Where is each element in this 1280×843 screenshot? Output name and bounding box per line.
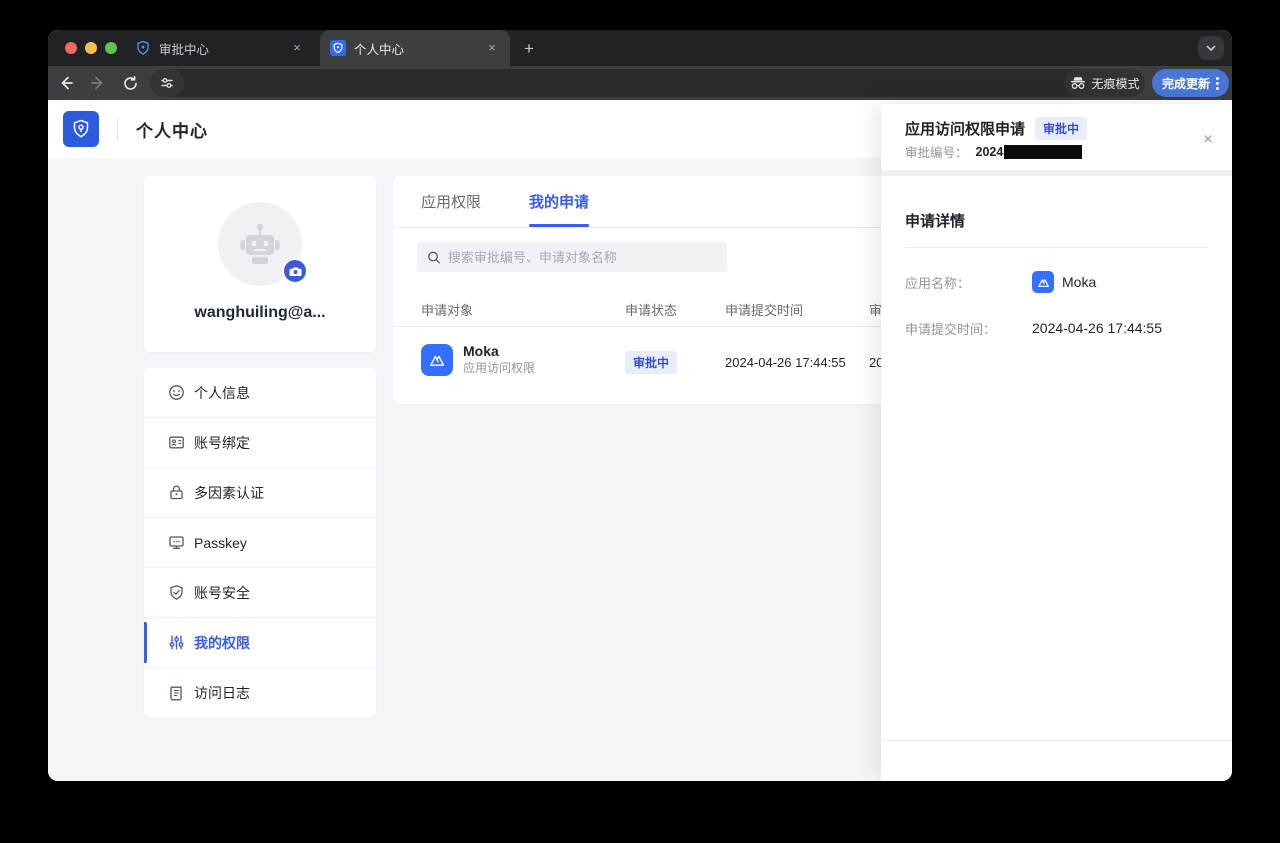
user-email: wanghuiling@a... <box>194 304 325 322</box>
tab-my-applications[interactable]: 我的申请 <box>529 176 589 227</box>
moka-app-icon-small <box>1032 271 1054 293</box>
site-settings-icon[interactable] <box>150 69 184 97</box>
desktop: 审批中心 × 个人中心 × + <box>0 0 1280 843</box>
sidebar-item-passkey[interactable]: Passkey <box>144 518 376 568</box>
approval-no-label: 审批编号： <box>905 142 968 161</box>
sidebar-item-mfa[interactable]: 多因素认证 <box>144 468 376 518</box>
row-app-type: 应用访问权限 <box>463 360 535 376</box>
moka-app-icon <box>421 344 453 376</box>
tab-title: 审批中心 <box>159 39 289 58</box>
web-page: 个人中心 <box>48 100 1232 781</box>
detail-drawer: 应用访问权限申请 审批中 审批编号： 2024 × 申请详情 应用名称： <box>881 104 1232 781</box>
change-avatar-button[interactable] <box>282 258 308 284</box>
shield-favicon <box>135 40 151 56</box>
sidebar-item-label: Passkey <box>194 535 247 551</box>
row-app-name: Moka <box>463 343 535 360</box>
reload-button[interactable] <box>116 69 144 97</box>
sidebar-item-label: 多因素认证 <box>194 483 264 503</box>
approval-no-prefix: 2024 <box>976 145 1004 159</box>
column-header: 申请状态 <box>625 300 677 319</box>
finish-update-button[interactable]: 完成更新 <box>1152 69 1229 97</box>
drawer-field-app-name: 应用名称： Moka <box>905 270 1208 294</box>
drawer-close-icon[interactable]: × <box>1198 130 1218 150</box>
field-label: 申请提交时间： <box>905 319 1032 338</box>
address-bar[interactable] <box>150 69 1103 97</box>
tab-title: 个人中心 <box>354 39 484 58</box>
page-title: 个人中心 <box>136 117 208 142</box>
close-window-button[interactable] <box>65 42 77 54</box>
sliders-icon <box>168 634 185 651</box>
browser-tab-approval-center[interactable]: 审批中心 × <box>125 30 315 66</box>
shield-favicon-active <box>330 40 346 56</box>
column-header: 申请提交时间 <box>725 300 803 319</box>
sidebar-menu: 个人信息 账号绑定 多因素认证 Passkey 账号安全 我的权限 <box>144 368 376 718</box>
id-card-icon <box>168 434 185 451</box>
incognito-label: 无痕模式 <box>1091 75 1139 92</box>
tab-search-button[interactable] <box>1198 36 1224 60</box>
tab-close-icon[interactable]: × <box>289 40 305 56</box>
search-input[interactable] <box>448 250 717 265</box>
sidebar-item-account-security[interactable]: 账号安全 <box>144 568 376 618</box>
log-icon <box>168 685 185 702</box>
forward-button[interactable] <box>84 69 112 97</box>
field-label: 应用名称： <box>905 273 1032 292</box>
smile-icon <box>168 384 185 401</box>
sidebar-item-access-log[interactable]: 访问日志 <box>144 668 376 718</box>
drawer-separator <box>881 170 1232 176</box>
redacted-approval-number <box>1004 145 1082 159</box>
robot-avatar-icon <box>234 218 286 270</box>
app-logo <box>63 111 99 147</box>
search-icon <box>427 250 441 265</box>
tab-app-permissions[interactable]: 应用权限 <box>421 176 481 227</box>
browser-toolbar: 无痕模式 完成更新 <box>48 66 1232 100</box>
header-divider <box>117 118 118 140</box>
new-tab-button[interactable]: + <box>518 38 540 60</box>
sidebar-item-label: 账号绑定 <box>194 433 250 453</box>
status-badge: 审批中 <box>625 351 677 374</box>
browser-menu-icon[interactable] <box>1216 77 1219 90</box>
profile-card: wanghuiling@a... <box>144 176 376 352</box>
shield-logo-icon <box>70 118 92 140</box>
drawer-footer-divider <box>881 740 1232 741</box>
browser-tab-personal-center[interactable]: 个人中心 × <box>320 30 510 66</box>
zoom-window-button[interactable] <box>105 42 117 54</box>
back-button[interactable] <box>52 69 80 97</box>
drawer-status-badge: 审批中 <box>1035 117 1087 140</box>
search-box[interactable] <box>417 242 727 272</box>
sidebar-item-personal-info[interactable]: 个人信息 <box>144 368 376 418</box>
row-submit-time: 2024-04-26 17:44:55 <box>725 355 846 370</box>
sidebar-item-label: 账号安全 <box>194 583 250 603</box>
shield-check-icon <box>168 584 185 601</box>
sidebar-item-label: 我的权限 <box>194 633 250 653</box>
monitor-icon <box>168 534 185 551</box>
window-controls <box>65 42 117 54</box>
browser-window: 审批中心 × 个人中心 × + <box>48 30 1232 781</box>
camera-icon <box>289 265 302 278</box>
sidebar-item-account-binding[interactable]: 账号绑定 <box>144 418 376 468</box>
sidebar-item-my-permissions[interactable]: 我的权限 <box>144 618 376 668</box>
sidebar-item-label: 访问日志 <box>194 683 250 703</box>
finish-update-label: 完成更新 <box>1162 75 1210 92</box>
field-value-app-name: Moka <box>1062 274 1096 290</box>
sidebar-item-label: 个人信息 <box>194 383 250 403</box>
minimize-window-button[interactable] <box>85 42 97 54</box>
drawer-body: 申请详情 应用名称： Moka 申请提交时间： 2024-04-26 17:44… <box>881 210 1232 340</box>
drawer-title: 应用访问权限申请 <box>905 118 1025 139</box>
field-value-submit-time: 2024-04-26 17:44:55 <box>1032 320 1162 336</box>
drawer-header: 应用访问权限申请 审批中 审批编号： 2024 × <box>881 104 1232 170</box>
drawer-field-submit-time: 申请提交时间： 2024-04-26 17:44:55 <box>905 316 1208 340</box>
tab-close-icon[interactable]: × <box>484 40 500 56</box>
incognito-icon <box>1070 76 1086 90</box>
chevron-down-icon <box>1205 42 1217 54</box>
incognito-badge: 无痕模式 <box>1065 69 1145 97</box>
lock-icon <box>168 484 185 501</box>
drawer-section-title: 申请详情 <box>905 210 1208 248</box>
tab-strip: 审批中心 × 个人中心 × + <box>48 30 1232 66</box>
column-header: 申请对象 <box>421 300 473 319</box>
